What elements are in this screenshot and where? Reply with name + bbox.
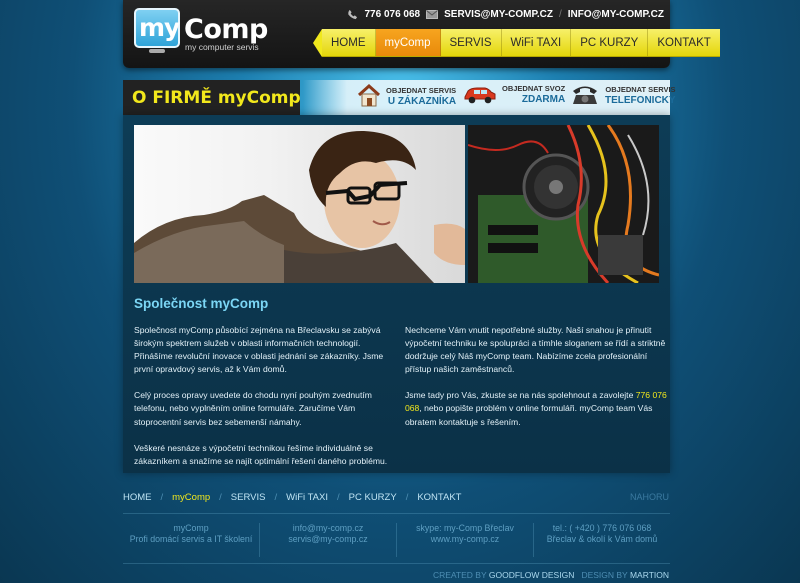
- order-line2: ZDARMA: [521, 94, 566, 105]
- paragraph: Celý proces opravy uvedete do chodu nyní…: [134, 390, 372, 427]
- footer-divider: [123, 513, 670, 514]
- order-line1: OBJEDNAT SVOZ: [502, 84, 566, 93]
- section-title: Společnost myComp: [134, 296, 269, 311]
- back-to-top-link[interactable]: NAHORU: [630, 492, 669, 502]
- footer-info: myComp Profi domácí servis a IT školení …: [123, 523, 670, 557]
- content-box: Společnost myComp Společnost myComp půso…: [123, 115, 670, 473]
- hero-image: [134, 125, 659, 283]
- telephone-icon: [573, 86, 597, 104]
- footer-phone: tel.: ( +420 ) 776 076 068: [552, 523, 652, 533]
- order-phone-link[interactable]: OBJEDNAT SERVIS TELEFONICKY: [570, 83, 676, 107]
- footer-skype: skype: my-Comp Břeclav: [416, 523, 514, 533]
- paragraph-text: , nebo popište problém v online formulář…: [405, 403, 653, 427]
- paragraph: Společnost myComp působící zejména na Bř…: [134, 325, 384, 375]
- footer-nav-pc-kurzy[interactable]: PC KURZY: [349, 492, 397, 503]
- footer-nav-separator: /: [219, 492, 222, 503]
- house-icon: [357, 83, 381, 107]
- footer-col-line: myComp: [173, 523, 209, 533]
- logo-word: Comp: [184, 14, 268, 45]
- footer-col-skype: skype: my-Comp Břeclav www.my-comp.cz: [397, 523, 534, 557]
- footer-nav-separator: /: [160, 492, 164, 503]
- nav-bar: HOME myComp SERVIS WiFi TAXI PC KURZY KONTAKT: [322, 29, 720, 57]
- credits-created-link[interactable]: GOODFLOW DESIGN: [489, 570, 574, 580]
- footer-divider: [123, 563, 670, 564]
- footer-col-phone: tel.: ( +420 ) 776 076 068 Břeclav & oko…: [534, 523, 670, 557]
- order-pickup-link[interactable]: OBJEDNAT SVOZ ZDARMA: [463, 83, 565, 105]
- logo-stand: [149, 49, 165, 53]
- footer-col-line: Břeclav & okolí k Vám domů: [546, 534, 658, 544]
- site-logo[interactable]: my Comp my computer servis: [134, 8, 268, 58]
- header-contact: 776 076 068 SERVIS@MY-COMP.CZ / INFO@MY-…: [347, 9, 664, 20]
- credits-design-label: DESIGN BY: [581, 570, 628, 580]
- footer-email-info[interactable]: info@my-comp.cz: [260, 523, 396, 534]
- order-line2: U ZÁKAZNÍKA: [387, 96, 457, 107]
- nav-item-mycomp[interactable]: myComp: [375, 29, 441, 56]
- nav-item-kontakt[interactable]: KONTAKT: [648, 29, 719, 56]
- nav-item-home[interactable]: HOME: [322, 29, 376, 56]
- order-home-service-link[interactable]: OBJEDNAT SERVIS U ZÁKAZNÍKA: [357, 83, 456, 109]
- order-line1: OBJEDNAT SERVIS: [386, 86, 457, 95]
- header-separator: /: [558, 9, 562, 20]
- site-header: my Comp my computer servis 776 076 068 S…: [123, 0, 720, 68]
- footer-email-servis[interactable]: servis@my-comp.cz: [260, 534, 396, 545]
- footer-col-company: myComp Profi domácí servis a IT školení: [123, 523, 260, 557]
- paragraph-text: Jsme tady pro Vás, zkuste se na nás spol…: [405, 390, 636, 401]
- phone-icon: [348, 9, 358, 20]
- logo-tagline: my computer servis: [185, 42, 259, 52]
- credits-created-label: CREATED BY: [432, 570, 487, 580]
- logo-monitor-icon: my: [134, 8, 180, 48]
- credits: CREATED BY GOODFLOW DESIGN DESIGN BY MAR…: [433, 570, 669, 580]
- credits-design-link[interactable]: MARTION: [630, 570, 669, 580]
- technician-photo: [134, 125, 465, 283]
- order-line2: TELEFONICKY: [605, 95, 676, 106]
- order-links: OBJEDNAT SERVIS U ZÁKAZNÍKA OBJEDNAT SVO…: [303, 80, 676, 115]
- text-column-left: Společnost myComp působící zejména na Bř…: [134, 324, 396, 481]
- paragraph: Veškeré nesnáze s výpočetní technikou ře…: [134, 442, 388, 466]
- paragraph: Nechceme Vám vnutit nepotřebné služby. N…: [405, 325, 666, 375]
- footer-col-email: info@my-comp.cz servis@my-comp.cz: [260, 523, 397, 557]
- footer-nav-separator: /: [274, 492, 278, 503]
- header-email-info[interactable]: INFO@MY-COMP.CZ: [568, 9, 664, 20]
- nav-item-wifi-taxi[interactable]: WiFi TAXI: [502, 29, 572, 56]
- nav-item-pc-kurzy[interactable]: PC KURZY: [571, 29, 649, 56]
- footer-nav-servis[interactable]: SERVIS: [231, 492, 266, 503]
- footer-nav-separator: /: [405, 492, 409, 503]
- footer-nav-home[interactable]: HOME: [123, 492, 152, 503]
- order-line1: OBJEDNAT SERVIS: [605, 85, 676, 94]
- footer-nav-wifi-taxi[interactable]: WiFi TAXI: [286, 492, 328, 503]
- header-email-servis[interactable]: SERVIS@MY-COMP.CZ: [444, 9, 553, 20]
- footer-nav-kontakt[interactable]: KONTAKT: [417, 492, 461, 503]
- nav-arrow-tip: [313, 29, 322, 57]
- footer-nav-mycomp[interactable]: myComp: [172, 492, 210, 503]
- page-title: O FIRMĚ myComp: [123, 80, 301, 115]
- nav-item-servis[interactable]: SERVIS: [441, 29, 502, 56]
- car-icon: [464, 87, 496, 104]
- main-nav: HOME myComp SERVIS WiFi TAXI PC KURZY KONTAKT: [313, 29, 720, 57]
- text-column-right: Nechceme Vám vnutit nepotřebné služby. N…: [405, 324, 667, 442]
- footer-nav-separator: /: [337, 492, 340, 503]
- header-phone[interactable]: 776 076 068: [364, 9, 420, 20]
- footer-website[interactable]: www.my-comp.cz: [397, 534, 533, 545]
- sub-header: O FIRMĚ myComp OBJEDNAT SERVIS U ZÁKAZNÍ…: [123, 80, 676, 115]
- computer-internals-photo: [468, 125, 659, 283]
- paragraph: Jsme tady pro Vás, zkuste se na nás spol…: [405, 389, 667, 428]
- logo-box-text: my: [139, 13, 180, 42]
- footer-col-line: Profi domácí servis a IT školení: [129, 534, 253, 544]
- footer-nav: HOME / myComp / SERVIS / WiFi TAXI / PC KURZY / KO…: [123, 492, 462, 503]
- mail-icon: [426, 10, 439, 19]
